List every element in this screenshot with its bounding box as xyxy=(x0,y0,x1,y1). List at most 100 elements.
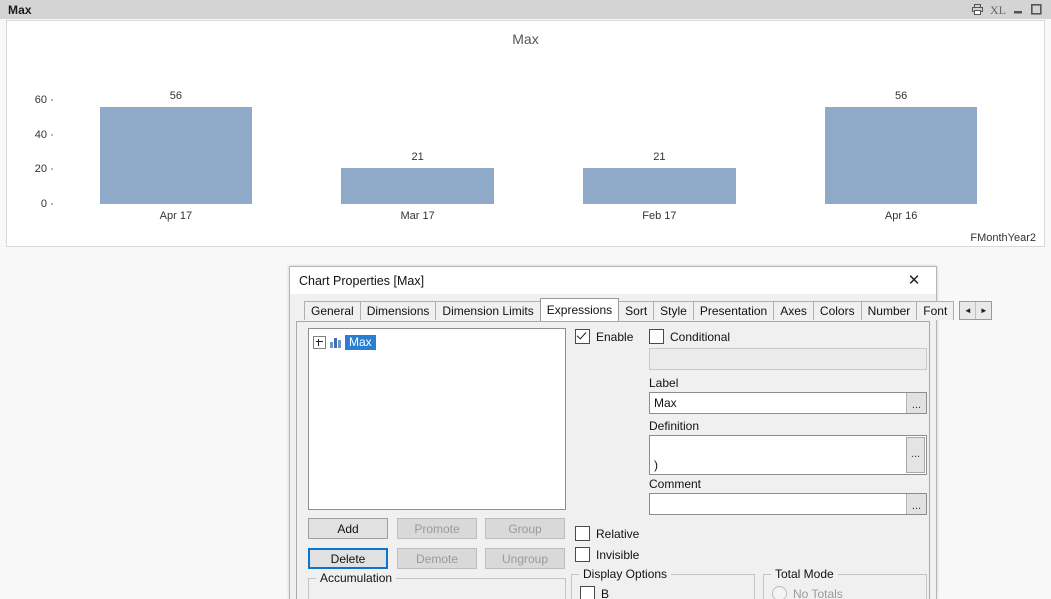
chart-object-window: Max XL Max 0 20 40 60 56 Apr 17 21 Mar 17 21 Feb … xyxy=(0,0,1051,250)
tab-label: Axes xyxy=(780,304,807,318)
chart-category-label: Apr 17 xyxy=(159,210,193,222)
definition-field-value: ) xyxy=(654,458,658,472)
checkbox-box xyxy=(580,586,595,599)
tab-dimensions[interactable]: Dimensions xyxy=(359,301,437,320)
y-axis-tick-mark xyxy=(51,203,53,205)
display-options-groupbox: Display Options B xyxy=(571,567,755,599)
chart-properties-dialog: Chart Properties [Max] ✕ General Dimensio… xyxy=(289,266,993,599)
conditional-checkbox-label: Conditional xyxy=(670,329,731,344)
promote-button: Promote xyxy=(397,518,477,539)
chart-titlebar-buttons: XL xyxy=(972,4,1047,16)
expand-plus-icon[interactable] xyxy=(313,335,326,349)
demote-button: Demote xyxy=(397,548,477,569)
expression-list[interactable]: Max xyxy=(308,328,566,510)
chevron-right-icon[interactable]: ► xyxy=(976,302,992,319)
tab-label: Presentation xyxy=(699,304,768,318)
accumulation-groupbox: Accumulation xyxy=(308,571,566,599)
group-button: Group xyxy=(485,518,565,539)
definition-field-caption: Definition xyxy=(649,419,700,433)
chart-bar-value-label: 21 xyxy=(653,150,666,163)
comment-field-caption: Comment xyxy=(649,477,702,491)
display-options-groupbox-title: Display Options xyxy=(579,567,672,581)
chevron-left-icon[interactable]: ◄ xyxy=(960,302,977,319)
label-field[interactable]: Max ... xyxy=(649,392,927,414)
y-axis-tick-mark xyxy=(51,98,53,101)
print-icon[interactable] xyxy=(972,4,983,15)
invisible-checkbox-label: Invisible xyxy=(596,547,640,562)
total-mode-groupbox-title: Total Mode xyxy=(771,567,838,581)
tab-dimension-limits[interactable]: Dimension Limits xyxy=(435,301,541,320)
chart-bar-value-label: 56 xyxy=(169,89,182,102)
invisible-checkbox[interactable]: Invisible xyxy=(575,547,639,562)
conditional-expression-field xyxy=(649,348,927,370)
enable-checkbox-label: Enable xyxy=(596,329,634,344)
tab-label: Sort xyxy=(625,304,648,318)
definition-field-ellipsis-button[interactable]: ... xyxy=(906,437,925,473)
chart-bar[interactable] xyxy=(583,167,736,204)
display-options-first-label: B xyxy=(601,586,610,599)
label-field-caption: Label xyxy=(649,376,679,390)
chart-category-label: Feb 17 xyxy=(642,210,677,222)
tab-axes[interactable]: Axes xyxy=(773,301,814,320)
chart-bar-value-label: 56 xyxy=(895,89,908,102)
tab-label: Style xyxy=(660,304,687,318)
y-axis-tick-mark xyxy=(51,168,53,171)
tab-general[interactable]: General xyxy=(304,301,361,320)
dialog-titlebar: Chart Properties [Max] ✕ xyxy=(290,267,936,294)
export-to-excel-icon[interactable]: XL xyxy=(990,4,1006,16)
tab-font[interactable]: Font xyxy=(916,301,955,320)
chart-titlebar-title: Max xyxy=(8,2,32,17)
comment-field[interactable]: ... xyxy=(649,493,927,515)
tab-number[interactable]: Number xyxy=(860,301,918,320)
tab-label: Font xyxy=(923,304,948,318)
checkbox-box xyxy=(649,329,664,344)
radio-dot xyxy=(772,586,787,599)
accumulation-groupbox-title: Accumulation xyxy=(316,571,397,585)
total-mode-groupbox: Total Mode No Totals xyxy=(763,567,927,599)
chart-bar-value-label: 21 xyxy=(411,150,424,163)
tab-sort[interactable]: Sort xyxy=(618,301,655,320)
dialog-tabstrip: General Dimensions Dimension Limits Express… xyxy=(304,298,993,321)
close-icon[interactable]: ✕ xyxy=(892,267,936,294)
definition-field[interactable]: ) ... xyxy=(649,435,927,475)
relative-checkbox[interactable]: Relative xyxy=(575,526,639,541)
chart-category-label: Mar 17 xyxy=(400,210,435,222)
chart-x-axis-caption: FMonthYear2 xyxy=(970,232,1036,244)
enable-checkbox[interactable]: Enable xyxy=(575,329,633,344)
y-axis-tick-mark xyxy=(51,133,53,136)
conditional-checkbox[interactable]: Conditional xyxy=(649,329,730,344)
label-field-value: Max xyxy=(654,396,677,410)
y-axis-tick-label: 60 xyxy=(34,93,47,106)
chart-bar[interactable] xyxy=(99,106,253,204)
expression-tree-item[interactable]: Max xyxy=(313,334,561,350)
relative-checkbox-label: Relative xyxy=(596,526,640,541)
label-field-ellipsis-button[interactable]: ... xyxy=(906,393,926,413)
tab-label: Expressions xyxy=(546,303,613,317)
chart-plot-area: 0 20 40 60 56 Apr 17 21 Mar 17 21 Feb 17 56 Apr 16 xyxy=(7,21,1044,246)
tab-label: Number xyxy=(867,304,911,318)
tab-presentation[interactable]: Presentation xyxy=(692,301,775,320)
maximize-icon[interactable] xyxy=(1031,4,1042,15)
comment-field-value xyxy=(650,494,906,514)
chart-canvas: Max 0 20 40 60 56 Apr 17 21 Mar 17 21 Feb 17 56 Apr… xyxy=(6,20,1045,247)
chart-bar[interactable] xyxy=(341,167,494,204)
tab-colors[interactable]: Colors xyxy=(812,301,862,320)
minimize-icon[interactable] xyxy=(1013,4,1024,15)
expression-tree-item-label: Max xyxy=(345,334,376,350)
checkbox-box xyxy=(575,526,590,541)
tab-scroll-spinner: ◄ ► xyxy=(959,301,993,320)
total-mode-no-totals-label: No Totals xyxy=(793,586,843,599)
display-options-first-checkbox[interactable]: B xyxy=(580,586,609,599)
delete-button[interactable]: Delete xyxy=(308,548,388,569)
add-button[interactable]: Add xyxy=(308,518,388,539)
tab-label: Dimension Limits xyxy=(442,304,534,318)
tab-label: Dimensions xyxy=(366,304,430,318)
total-mode-no-totals-radio[interactable]: No Totals xyxy=(772,586,843,599)
tab-style[interactable]: Style xyxy=(653,301,694,320)
comment-field-ellipsis-button[interactable]: ... xyxy=(906,494,926,514)
expressions-tab-page: Max Add Promote Group Delete Demote Ungr… xyxy=(296,321,930,599)
chart-bar[interactable] xyxy=(824,106,978,204)
tab-label: Colors xyxy=(819,304,855,318)
tab-expressions[interactable]: Expressions xyxy=(539,298,620,321)
chart-titlebar: Max XL xyxy=(0,0,1051,19)
